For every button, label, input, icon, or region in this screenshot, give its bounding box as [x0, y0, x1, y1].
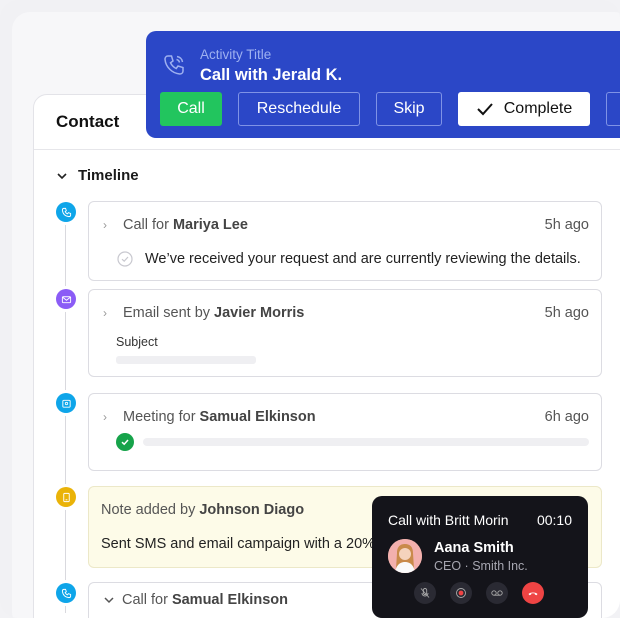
- reschedule-button[interactable]: Reschedule: [238, 92, 360, 126]
- more-button[interactable]: [606, 92, 620, 126]
- card-prefix: Call for: [123, 217, 169, 233]
- mail-icon: [56, 289, 76, 309]
- complete-label: Complete: [503, 100, 573, 117]
- chevron-right-icon: ›: [103, 218, 107, 232]
- subject-label: Subject: [116, 335, 158, 349]
- avatar: [388, 539, 422, 573]
- check-circle-icon[interactable]: [117, 251, 133, 267]
- meeting-progress-bar: [143, 438, 589, 446]
- skip-button[interactable]: Skip: [376, 92, 442, 126]
- mute-icon[interactable]: [414, 582, 436, 604]
- timeline-toggle[interactable]: Timeline: [56, 167, 139, 184]
- record-icon[interactable]: [450, 582, 472, 604]
- card-time: 6h ago: [544, 409, 589, 425]
- timeline-card-email[interactable]: › Email sent by Javier Morris 5h ago Sub…: [88, 289, 602, 377]
- phone-icon: [56, 583, 76, 603]
- card-prefix: Meeting for: [123, 409, 196, 425]
- timeline-line: [65, 213, 66, 613]
- chevron-right-icon: ›: [103, 410, 107, 424]
- timeline-card-meeting[interactable]: › Meeting for Samual Elkinson 6h ago: [88, 393, 602, 471]
- activity-label: Activity Title: [200, 47, 272, 62]
- voicemail-icon[interactable]: [486, 582, 508, 604]
- card-person: Javier Morris: [214, 305, 305, 321]
- card-person: Samual Elkinson: [199, 409, 316, 425]
- card-prefix: Note added by: [101, 502, 196, 518]
- note-icon: [56, 487, 76, 507]
- card-time: 5h ago: [544, 217, 589, 233]
- card-body: Sent SMS and email campaign with a 20% o: [101, 536, 388, 552]
- call-widget-title: Call with Britt Morin: [388, 512, 509, 528]
- timeline-card-call[interactable]: › Call for Mariya Lee 5h ago We’ve recei…: [88, 201, 602, 281]
- meeting-icon: [56, 393, 76, 413]
- card-person: Mariya Lee: [172, 217, 248, 233]
- phone-icon: [56, 202, 76, 222]
- card-prefix: Call for: [122, 592, 168, 608]
- card-body: We’ve received your request and are curr…: [145, 251, 581, 267]
- call-button[interactable]: Call: [160, 92, 222, 126]
- card-prefix: Email sent by: [123, 305, 211, 321]
- checkmark-icon: [477, 103, 493, 116]
- caller-name: Aana Smith: [434, 540, 514, 556]
- hang-up-icon[interactable]: [522, 582, 544, 604]
- chevron-right-icon: ›: [103, 306, 107, 320]
- card-person: Samual Elkinson: [171, 592, 288, 608]
- call-widget: Call with Britt Morin 00:10 Aana Smith C…: [372, 496, 588, 618]
- chevron-down-icon: [104, 597, 114, 604]
- call-timer: 00:10: [536, 512, 572, 528]
- activity-title: Call with Jerald K.: [200, 66, 343, 84]
- caller-role: CEO · Smith Inc.: [434, 559, 528, 573]
- chevron-down-icon: [57, 172, 67, 179]
- app-frame: Contact Timeline › Call for Mariya Lee 5…: [0, 0, 620, 618]
- activity-banner: Activity Title Call with Jerald K. Call …: [146, 31, 620, 138]
- completed-check-icon: [116, 433, 134, 451]
- subject-placeholder: [116, 356, 256, 364]
- timeline-heading: Timeline: [78, 167, 139, 184]
- card-person: Johnson Diago: [199, 502, 305, 518]
- card-time: 5h ago: [544, 305, 589, 321]
- contact-title: Contact: [56, 112, 120, 131]
- phone-call-icon: [164, 55, 184, 75]
- complete-button[interactable]: Complete: [458, 92, 590, 126]
